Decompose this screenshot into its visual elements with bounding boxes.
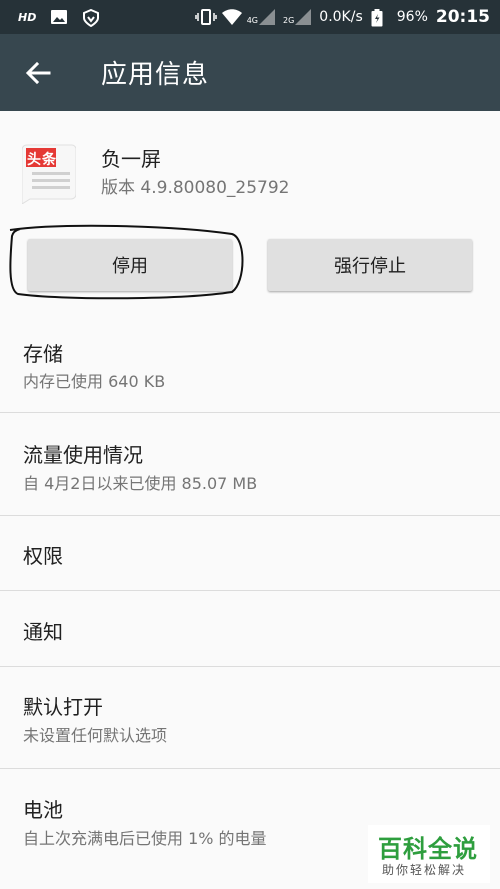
app-version: 版本 4.9.80080_25792 xyxy=(101,178,290,198)
network-speed: 0.0K/s xyxy=(319,9,363,25)
watermark-title: 百科全说 xyxy=(378,835,478,863)
watermark: 百科全说 助你轻松解决 xyxy=(368,825,490,883)
permissions-title: 权限 xyxy=(23,544,63,568)
battery-icon xyxy=(371,9,389,27)
app-icon-text: 头条 xyxy=(27,152,57,168)
network-4g-label: 4G xyxy=(246,16,258,25)
watermark-subtitle: 助你轻松解决 xyxy=(382,863,467,877)
open-by-default-row[interactable]: 默认打开 未设置任何默认选项 xyxy=(0,667,500,768)
vibrate-icon xyxy=(194,9,217,25)
back-button[interactable] xyxy=(0,34,76,111)
open-by-default-subtitle: 未设置任何默认选项 xyxy=(23,726,168,745)
signal-2g-icon: 2G xyxy=(282,9,312,25)
open-by-default-title: 默认打开 xyxy=(23,695,103,719)
app-icon: 头条 xyxy=(21,144,77,205)
hd-label: HD xyxy=(18,10,37,24)
battery-percent: 96% xyxy=(396,9,428,25)
data-usage-subtitle: 自 4月2日以来已使用 85.07 MB xyxy=(23,474,258,493)
storage-title: 存储 xyxy=(23,342,63,366)
force-stop-button[interactable]: 强行停止 xyxy=(268,239,472,291)
clock: 20:15 xyxy=(435,7,490,27)
data-usage-row[interactable]: 流量使用情况 自 4月2日以来已使用 85.07 MB xyxy=(0,413,500,515)
battery-subtitle: 自上次充满电后已使用 1% 的电量 xyxy=(23,829,267,848)
data-usage-title: 流量使用情况 xyxy=(23,443,143,467)
notifications-title: 通知 xyxy=(23,620,63,644)
network-2g-label: 2G xyxy=(282,16,295,25)
permissions-row[interactable]: 权限 xyxy=(0,516,500,590)
shield-icon xyxy=(82,8,100,28)
disable-button[interactable]: 停用 xyxy=(28,239,232,291)
notifications-row[interactable]: 通知 xyxy=(0,591,500,666)
storage-row[interactable]: 存储 内存已使用 640 KB xyxy=(0,320,500,412)
app-name: 负一屏 xyxy=(101,147,161,171)
arrow-left-icon xyxy=(25,61,51,84)
page-title: 应用信息 xyxy=(101,60,210,90)
image-icon xyxy=(50,9,68,25)
storage-subtitle: 内存已使用 640 KB xyxy=(23,372,166,391)
battery-title: 电池 xyxy=(23,798,63,822)
status-bar: HD 4G 2G 0.0K/s 96% 20:15 xyxy=(0,0,500,34)
wifi-icon xyxy=(221,9,242,25)
app-bar: 应用信息 xyxy=(0,34,500,111)
signal-4g-icon: 4G xyxy=(247,9,275,25)
